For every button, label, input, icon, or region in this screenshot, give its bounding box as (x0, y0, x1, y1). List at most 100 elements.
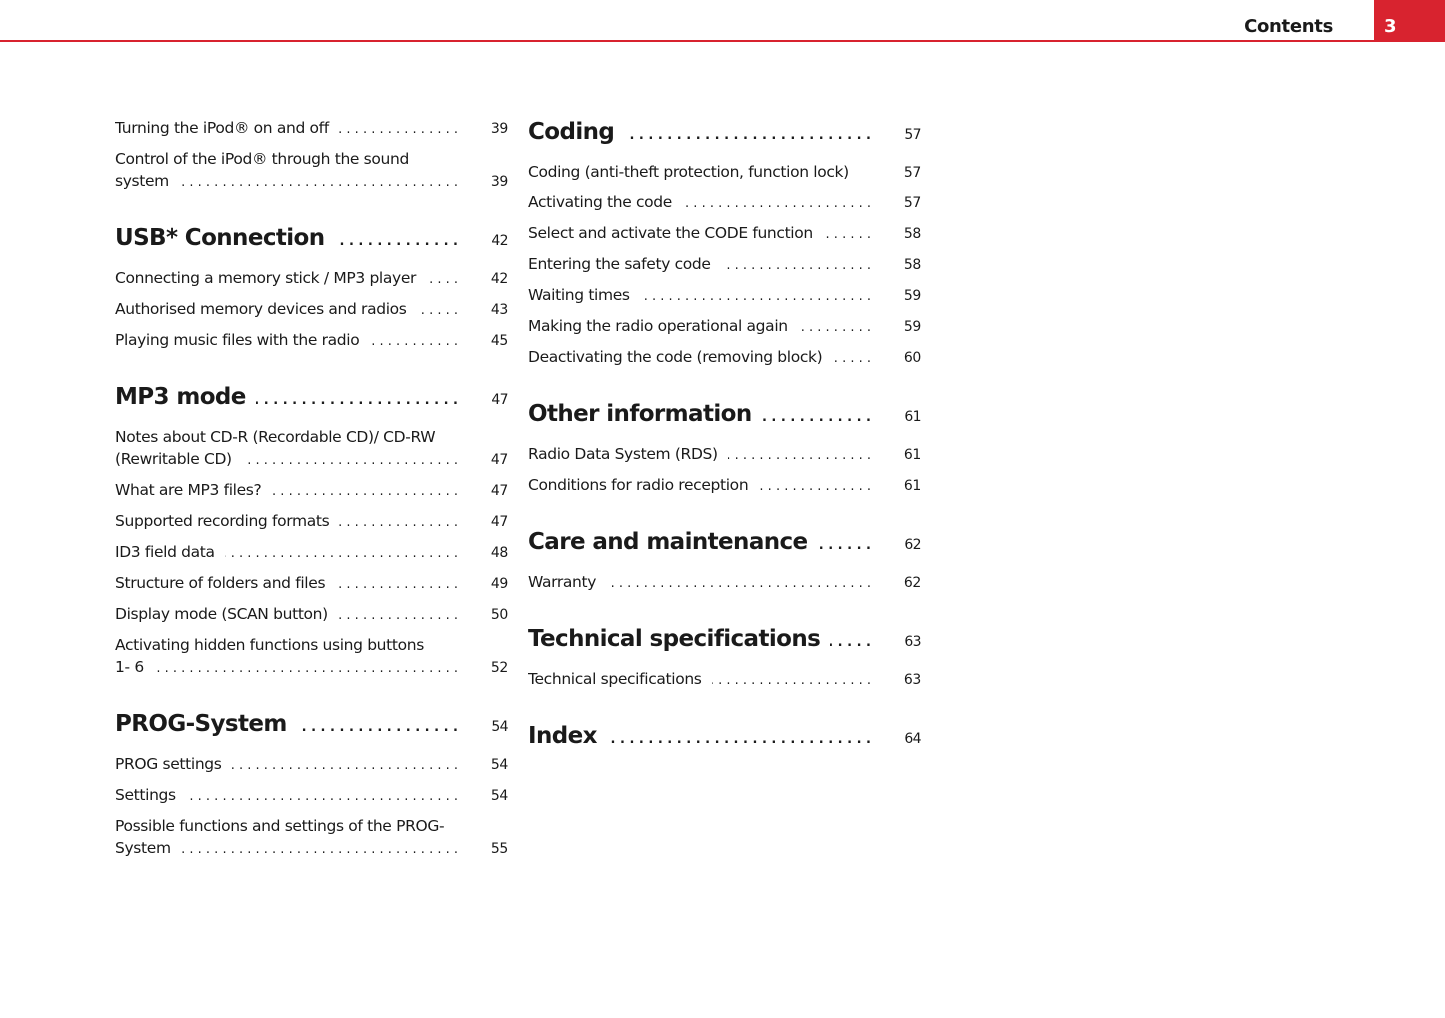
leader-dots: . . . . . . . . . . . . . . . . . . . . … (761, 410, 871, 425)
toc-entry[interactable]: Deactivating the code (removing block) . … (528, 346, 921, 370)
toc-entry[interactable]: Notes about CD-R (Recordable CD)/ CD-RW (… (115, 426, 508, 472)
toc-entry[interactable]: Playing music files with the radio . . . … (115, 329, 508, 353)
toc-heading[interactable]: Care and maintenance . . . . . . . . . . … (528, 527, 922, 561)
leader-dots: . . . . . . . . . . . . . . . . . . . . … (369, 334, 458, 349)
toc-entry-text: Deactivating the code (removing block) (528, 348, 823, 366)
toc-heading-row: Coding . . . . . . . . . . . . . . . . . … (528, 117, 922, 151)
toc-heading-row: PROG-System . . . . . . . . . . . . . . .… (115, 709, 509, 743)
toc-entry-lead: Settings . . . . . . . . . . . . . . . . … (115, 784, 458, 808)
toc-heading-lead: Coding . . . . . . . . . . . . . . . . . … (528, 117, 871, 151)
toc-heading-title: PROG-System (115, 711, 287, 737)
toc-entry[interactable]: Control of the iPod® through the sound sy… (115, 148, 508, 194)
toc-entry-text: Select and activate the CODE function (528, 224, 813, 242)
toc-heading[interactable]: PROG-System . . . . . . . . . . . . . . .… (115, 709, 509, 743)
toc-heading[interactable]: Index . . . . . . . . . . . . . . . . . .… (528, 721, 922, 755)
toc-entry-lead: Radio Data System (RDS) . . . . . . . . .… (528, 443, 871, 467)
toc-entry-text: Making the radio operational again (528, 317, 788, 335)
toc-entry[interactable]: Warranty . . . . . . . . . . . . . . . . … (528, 571, 921, 595)
toc-heading[interactable]: USB* Connection . . . . . . . . . . . . .… (115, 223, 509, 257)
toc-heading-row: Technical specifications . . . . . . . . … (528, 624, 922, 658)
toc-heading[interactable]: Technical specifications . . . . . . . . … (528, 624, 922, 658)
toc-entry-lead: Display mode (SCAN button) . . . . . . . … (115, 603, 458, 627)
toc-column-right: Coding . . . . . . . . . . . . . . . . . … (528, 117, 922, 765)
toc-entry-lead: 1- 6 . . . . . . . . . . . . . . . . . . … (115, 656, 458, 680)
toc-entry[interactable]: Conditions for radio reception . . . . . … (528, 474, 921, 498)
toc-entry[interactable]: Supported recording formats . . . . . . .… (115, 510, 508, 534)
toc-page-number: 64 (904, 731, 921, 747)
leader-dots: . . . . . . . . . . . . . . . . . . . . … (335, 577, 458, 592)
toc-entry-row: Activating the code . . . . . . . . . . .… (528, 191, 921, 215)
leader-dots: . . . . . . . . . . . . . . . . . . . . … (640, 289, 871, 304)
toc-entry-row: Waiting times . . . . . . . . . . . . . .… (528, 284, 921, 308)
toc-entry[interactable]: PROG settings . . . . . . . . . . . . . .… (115, 753, 508, 777)
toc-page-number: 61 (903, 447, 921, 463)
toc-entry[interactable]: Technical specifications . . . . . . . . … (528, 668, 921, 692)
toc-entry[interactable]: Radio Data System (RDS) . . . . . . . . .… (528, 443, 921, 467)
toc-entry-lead: Playing music files with the radio . . . … (115, 329, 458, 353)
toc-page-number: 62 (904, 537, 921, 553)
toc-entry-text: Display mode (SCAN button) (115, 605, 328, 623)
leader-dots: . . . . . . . . . . . . . . . . . . . . … (832, 351, 871, 366)
toc-page-number: 59 (903, 288, 921, 304)
toc-entry[interactable]: ID3 field data . . . . . . . . . . . . . … (115, 541, 508, 565)
toc-entry-text: Playing music files with the radio (115, 331, 360, 349)
toc-entry-lead: What are MP3 files? . . . . . . . . . . .… (115, 479, 458, 503)
toc-entry[interactable]: Making the radio operational again . . . … (528, 315, 921, 339)
toc-page-number: 47 (490, 452, 508, 468)
toc-entry-text: 1- 6 (115, 658, 144, 676)
toc-heading-row: Other information . . . . . . . . . . . .… (528, 399, 922, 433)
toc-entry-text: Authorised memory devices and radios (115, 300, 407, 318)
toc-entry[interactable]: What are MP3 files? . . . . . . . . . . .… (115, 479, 508, 503)
toc-page-number: 55 (490, 841, 508, 857)
toc-heading-lead: Index . . . . . . . . . . . . . . . . . .… (528, 721, 871, 755)
toc-entry[interactable]: Authorised memory devices and radios . . … (115, 298, 508, 322)
toc-entry-lead: Connecting a memory stick / MP3 player . … (115, 267, 458, 291)
toc-entry-row: 1- 6 . . . . . . . . . . . . . . . . . . … (115, 656, 508, 680)
toc-entry[interactable]: Connecting a memory stick / MP3 player . … (115, 267, 508, 291)
toc-entry[interactable]: Entering the safety code . . . . . . . . … (528, 253, 921, 277)
toc-heading[interactable]: MP3 mode . . . . . . . . . . . . . . . . … (115, 382, 509, 416)
toc-entry-row: Settings . . . . . . . . . . . . . . . . … (115, 784, 508, 808)
toc-entry[interactable]: Structure of folders and files . . . . . … (115, 572, 508, 596)
toc-page-number: 42 (491, 233, 508, 249)
toc-entry-lead: Technical specifications . . . . . . . . … (528, 668, 871, 692)
toc-entry-row: Connecting a memory stick / MP3 player . … (115, 267, 508, 291)
toc-entry-lead: Entering the safety code . . . . . . . . … (528, 253, 871, 277)
toc-entry[interactable]: Waiting times . . . . . . . . . . . . . .… (528, 284, 921, 308)
toc-entry-row: PROG settings . . . . . . . . . . . . . .… (115, 753, 508, 777)
toc-entry-lead: (Rewritable CD) . . . . . . . . . . . . .… (115, 448, 458, 472)
toc-entry[interactable]: Turning the iPod® on and off . . . . . . … (115, 117, 508, 141)
toc-entry-row: Radio Data System (RDS) . . . . . . . . .… (528, 443, 921, 467)
toc-entry[interactable]: Activating the code . . . . . . . . . . .… (528, 191, 921, 215)
toc-entry[interactable]: Activating hidden functions using button… (115, 634, 508, 680)
toc-entry[interactable]: Coding (anti-theft protection, function … (528, 161, 921, 184)
toc-page-number: 43 (490, 302, 508, 318)
toc-entry-row: Entering the safety code . . . . . . . . … (528, 253, 921, 277)
toc-entry-text: Technical specifications (528, 670, 702, 688)
toc-page-number: 50 (490, 607, 508, 623)
toc-entry-lead: Waiting times . . . . . . . . . . . . . .… (528, 284, 871, 308)
toc-entry-row: System . . . . . . . . . . . . . . . . . … (115, 837, 508, 861)
toc-heading-lead: Other information . . . . . . . . . . . .… (528, 399, 871, 433)
toc-page-number: 61 (903, 478, 921, 494)
toc-entry[interactable]: Select and activate the CODE function . .… (528, 222, 921, 246)
toc-entry-text: Warranty (528, 573, 597, 591)
toc-page-number: 54 (491, 719, 508, 735)
toc-heading-title: Care and maintenance (528, 529, 808, 555)
section-title: Contents (1244, 16, 1333, 37)
toc-entry-text: What are MP3 files? (115, 481, 262, 499)
leader-dots: . . . . . . . . . . . . . . . . . . . . … (426, 272, 458, 287)
toc-entry[interactable]: Possible functions and settings of the P… (115, 815, 508, 861)
toc-entry[interactable]: Display mode (SCAN button) . . . . . . . … (115, 603, 508, 627)
toc-entry[interactable]: Settings . . . . . . . . . . . . . . . . … (115, 784, 508, 808)
toc-heading[interactable]: Other information . . . . . . . . . . . .… (528, 399, 922, 433)
toc-entry-row: ID3 field data . . . . . . . . . . . . . … (115, 541, 508, 565)
toc-page-number: 57 (904, 127, 921, 143)
toc-page-number: 63 (904, 634, 921, 650)
toc-entry-text: Activating hidden functions using button… (115, 636, 424, 654)
toc-entry-text: Control of the iPod® through the sound (115, 150, 409, 168)
toc-heading-title: Coding (528, 119, 615, 145)
toc-entry-row: Technical specifications . . . . . . . . … (528, 668, 921, 692)
toc-heading[interactable]: Coding . . . . . . . . . . . . . . . . . … (528, 117, 922, 151)
